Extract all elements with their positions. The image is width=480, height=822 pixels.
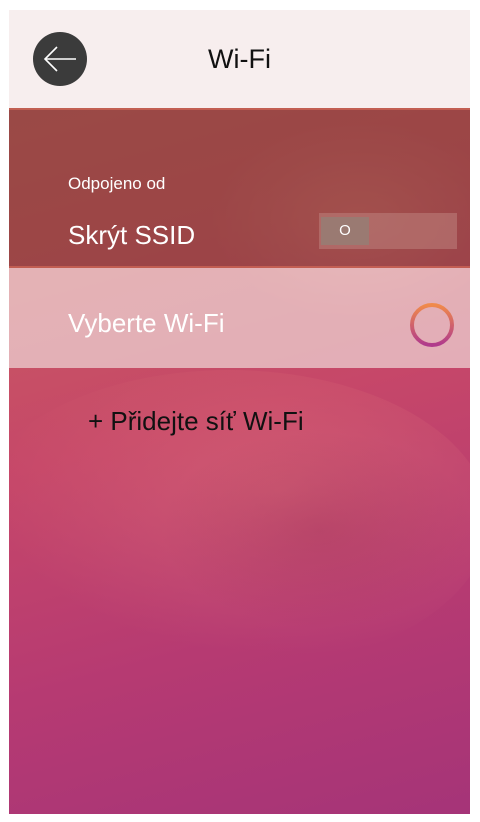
connection-status-label: Odpojeno od xyxy=(68,174,166,193)
arrow-left-icon xyxy=(43,46,76,72)
select-wifi-row[interactable]: Vyberte Wi-Fi xyxy=(9,268,470,368)
add-wifi-network-link[interactable]: + Přidejte síť Wi-Fi xyxy=(88,406,304,437)
hide-ssid-label: Skrýt SSID xyxy=(68,220,196,250)
toggle-knob: O xyxy=(321,217,369,245)
hide-ssid-toggle[interactable]: O xyxy=(319,213,457,249)
wifi-settings-screen: Wi-Fi Odpojeno od Skrýt SSID O Vyberte W… xyxy=(9,10,470,814)
back-button[interactable] xyxy=(33,32,87,86)
loading-spinner-icon xyxy=(410,303,454,347)
ssid-section: Odpojeno od Skrýt SSID O xyxy=(9,108,470,268)
select-wifi-label: Vyberte Wi-Fi xyxy=(68,308,225,338)
header-bar: Wi-Fi xyxy=(9,10,470,108)
background-swirl xyxy=(159,430,470,630)
